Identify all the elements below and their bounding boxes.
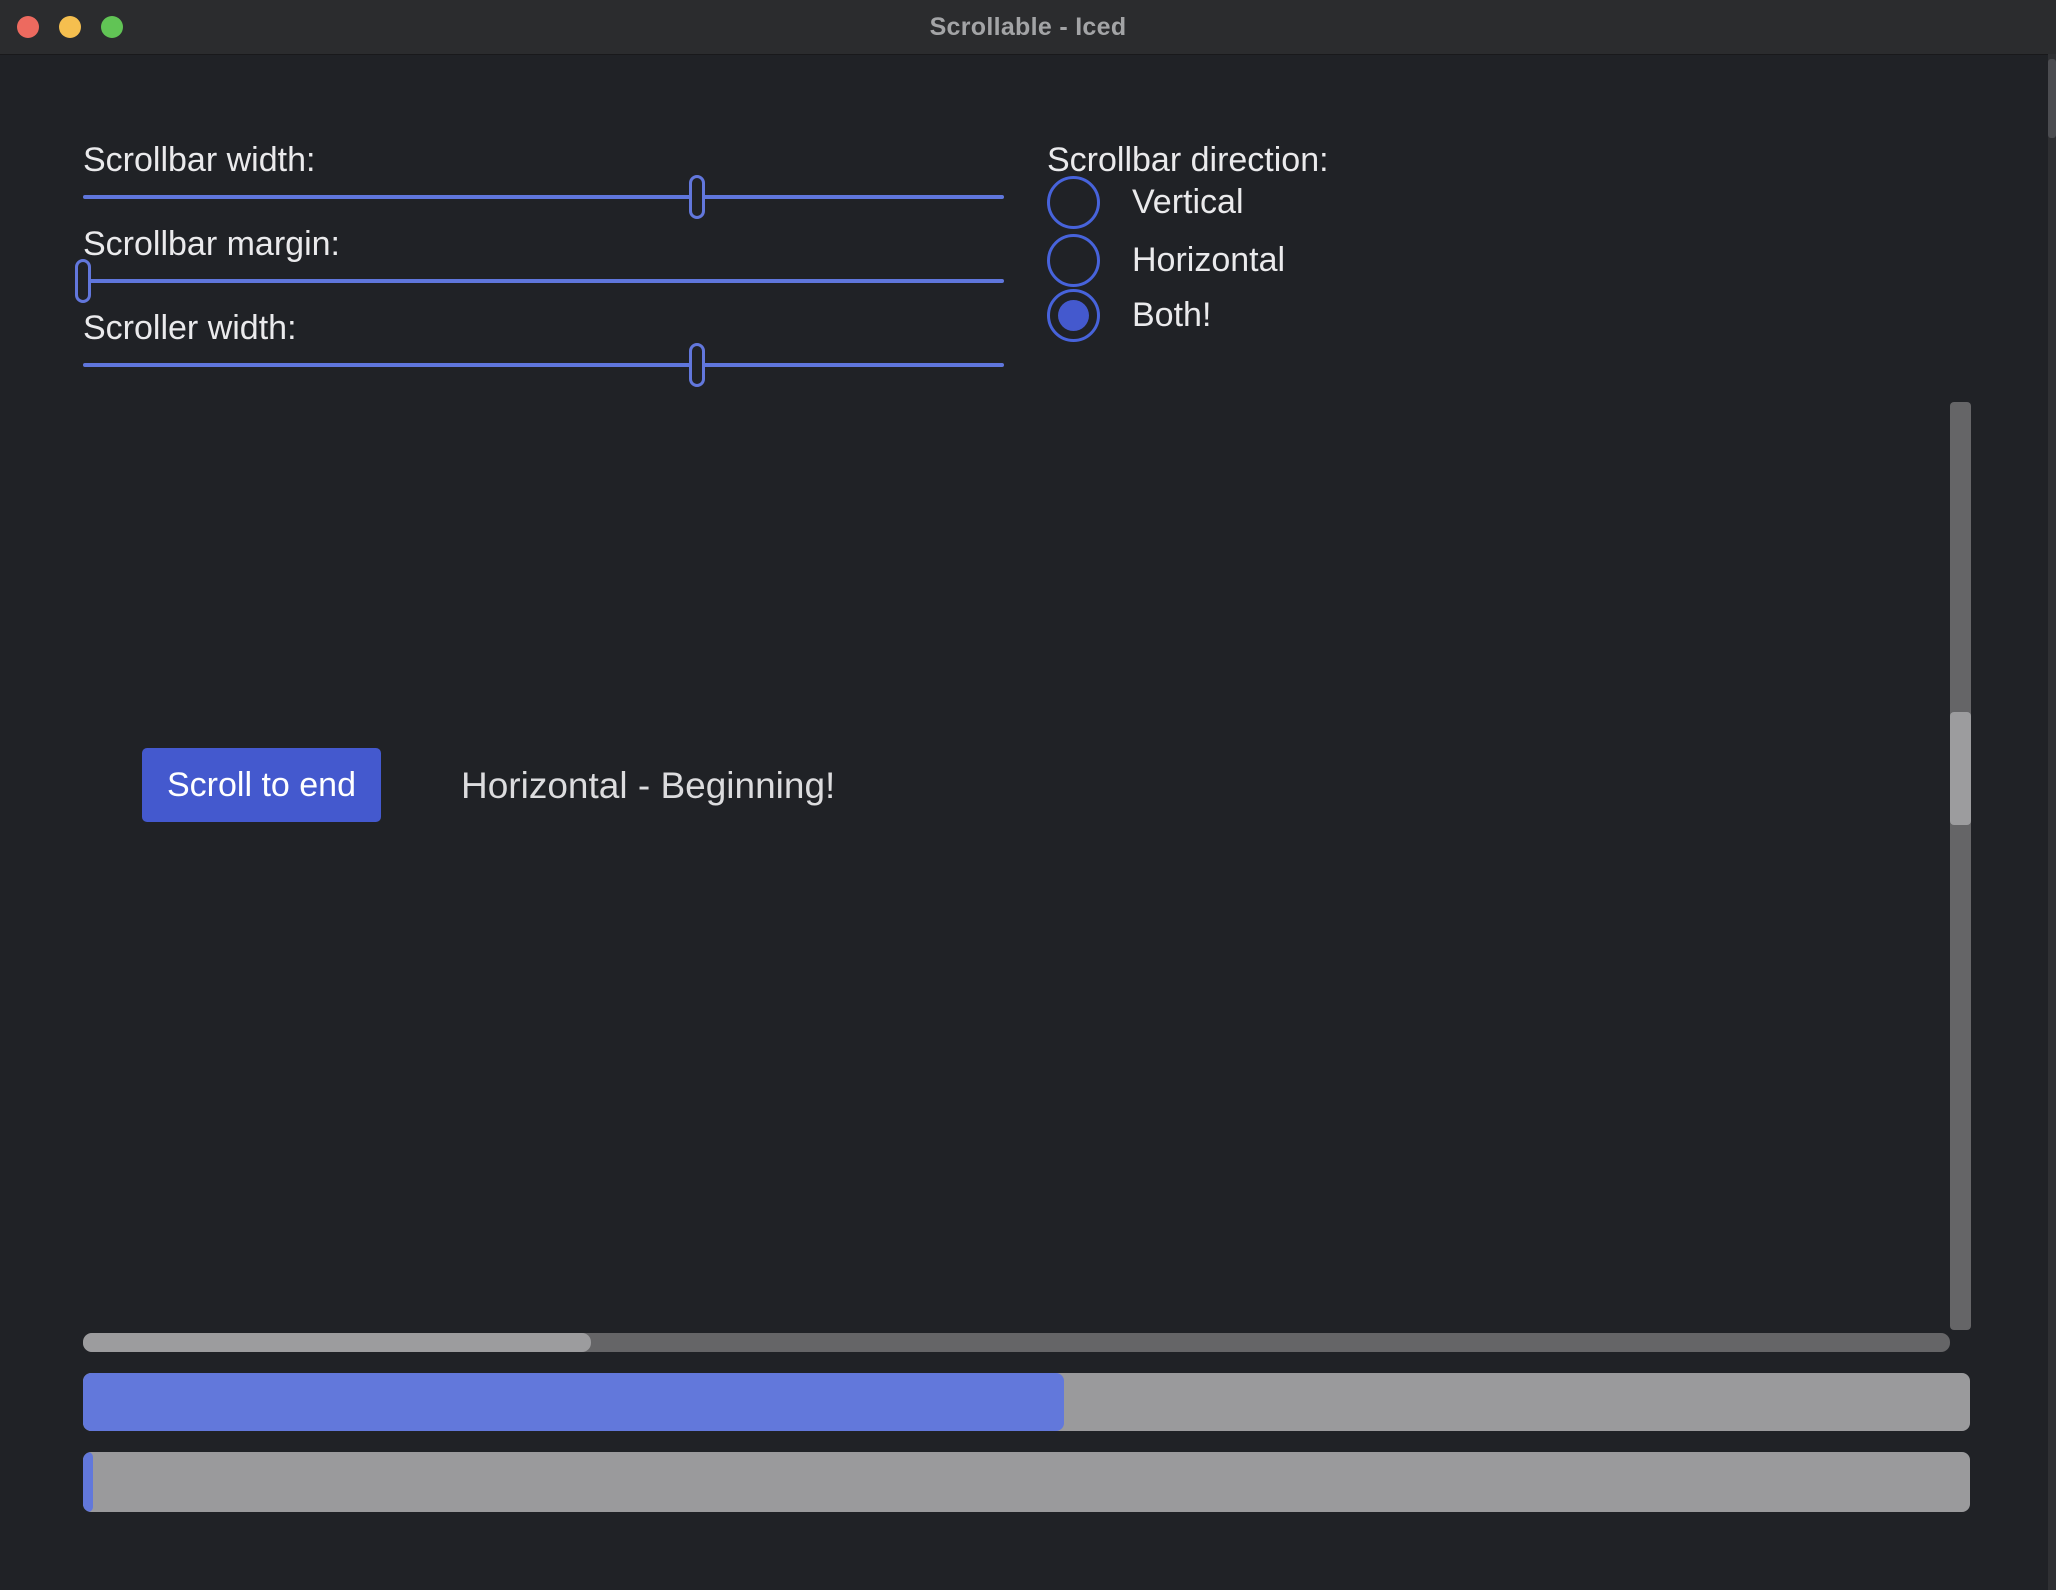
window-edge-scrollbar-rail[interactable] [2048,54,2056,1590]
progress-fill [83,1373,1064,1431]
slider-handle[interactable] [689,343,705,387]
radio-circle-icon[interactable] [1047,234,1100,287]
titlebar: Scrollable - Iced [0,0,2056,55]
vertical-progress-bar [83,1452,1970,1512]
radio-horizontal[interactable]: Horizontal [1047,233,1285,287]
slider-handle[interactable] [689,175,705,219]
radio-vertical[interactable]: Vertical [1047,175,1244,229]
horizontal-progress-bar [83,1373,1970,1431]
radio-circle-icon[interactable] [1047,176,1100,229]
scroll-to-end-button[interactable]: Scroll to end [142,748,381,822]
horizontal-scrollbar-thumb[interactable] [83,1333,591,1352]
window-edge-scrollbar-thumb[interactable] [2048,59,2056,139]
radio-both[interactable]: Both! [1047,288,1211,342]
scroller-width-slider[interactable] [83,343,1004,387]
radio-label: Vertical [1132,183,1244,222]
radio-label: Both! [1132,296,1211,335]
app-window: Scrollable - Iced Scrollbar width: Scrol… [0,0,2056,1590]
scrollbar-margin-slider[interactable] [83,259,1004,303]
close-button[interactable] [17,16,39,38]
vertical-scrollbar-thumb[interactable] [1950,712,1971,825]
traffic-lights [17,16,123,38]
progress-fill [83,1452,93,1512]
slider-track[interactable] [83,279,1004,283]
slider-track[interactable] [83,195,1004,199]
radio-label: Horizontal [1132,241,1285,280]
radio-dot [1058,300,1089,331]
vertical-scrollbar-rail[interactable] [1950,402,1971,1330]
slider-track[interactable] [83,363,1004,367]
zoom-button[interactable] [101,16,123,38]
window-title: Scrollable - Iced [930,13,1127,42]
radio-circle-icon[interactable] [1047,289,1100,342]
minimize-button[interactable] [59,16,81,38]
scrollbar-width-slider[interactable] [83,175,1004,219]
horizontal-scrollbar-rail[interactable] [83,1333,1950,1352]
slider-handle[interactable] [75,259,91,303]
scroll-status-text: Horizontal - Beginning! [461,765,835,807]
